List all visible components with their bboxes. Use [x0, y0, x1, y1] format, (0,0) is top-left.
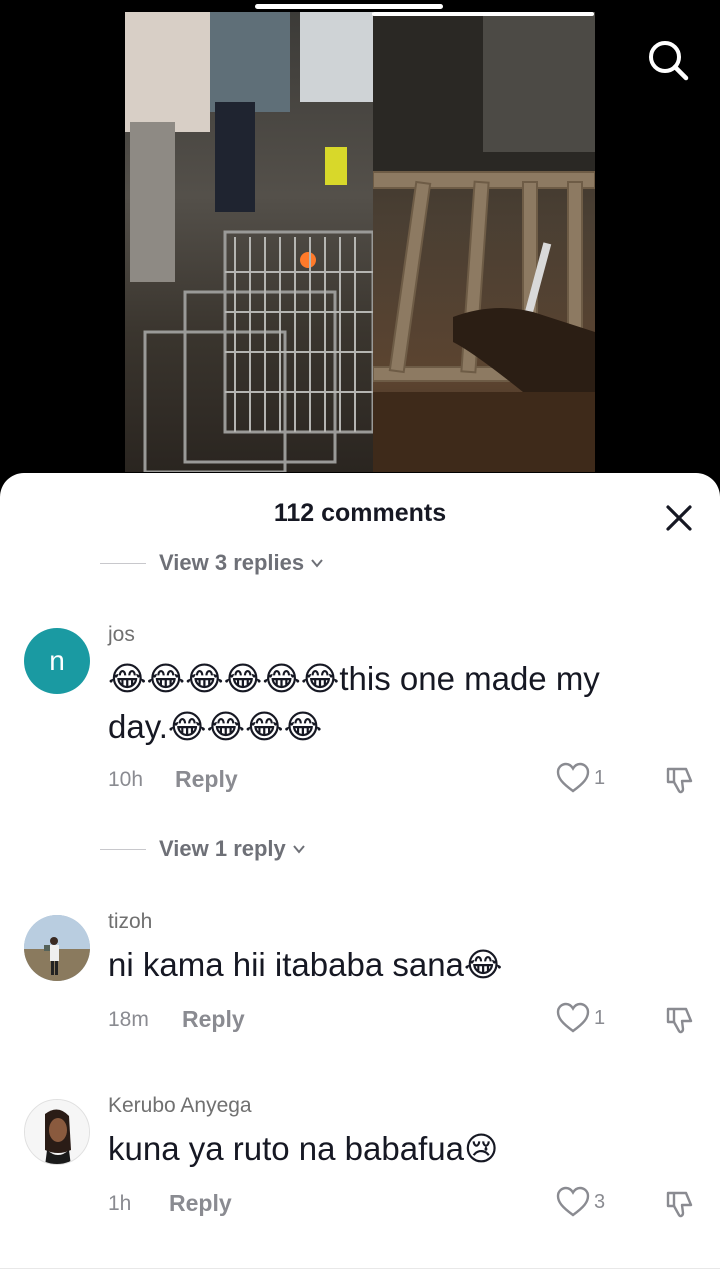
video-progress-right: [372, 12, 594, 16]
avatar[interactable]: [24, 915, 90, 981]
comment-text: 😂😂😂😂😂😂this one made my day.😂😂😂😂: [108, 655, 688, 751]
video-frame[interactable]: [125, 12, 595, 472]
comments-sheet: 112 comments View 3 replies n jos 😂😂😂😂😂😂…: [0, 473, 720, 1280]
bottom-divider: [0, 1268, 720, 1269]
video-left-panel: [125, 12, 375, 472]
replies-divider: [100, 562, 146, 564]
view-replies-label: View 3 replies: [159, 550, 305, 575]
view-replies-label: View 1 reply: [159, 836, 286, 861]
welding-scene-left: [125, 12, 375, 472]
like-count: 1: [594, 766, 606, 789]
comment-text: ni kama hii itababa sana😂: [108, 946, 503, 983]
replies-divider: [100, 848, 146, 850]
chevron-down-icon: [293, 845, 305, 854]
view-replies-button[interactable]: View 3 replies: [100, 548, 324, 578]
view-replies-button[interactable]: View 1 reply: [100, 834, 306, 864]
comment-time: 1h: [108, 1192, 132, 1215]
close-icon[interactable]: [660, 499, 698, 537]
heart-icon: [556, 762, 590, 793]
heart-icon: [556, 1186, 590, 1217]
avatar-letter: n: [49, 645, 65, 676]
reply-button[interactable]: Reply: [182, 1006, 245, 1033]
video-player[interactable]: [0, 0, 720, 480]
reply-button[interactable]: Reply: [175, 766, 238, 793]
comment-text: kuna ya ruto na babafua😢: [108, 1130, 499, 1167]
comment-time: 10h: [108, 768, 144, 791]
video-progress-left: [255, 4, 443, 9]
dislike-icon[interactable]: [664, 1004, 696, 1036]
comment-text-line: day.😂😂😂😂: [108, 708, 323, 745]
reply-button[interactable]: Reply: [169, 1190, 232, 1217]
avatar[interactable]: n: [24, 628, 90, 694]
search-icon[interactable]: [646, 38, 690, 82]
avatar[interactable]: [24, 1099, 90, 1165]
dislike-icon[interactable]: [664, 1188, 696, 1220]
dislike-icon[interactable]: [664, 764, 696, 796]
chevron-down-icon: [311, 559, 323, 568]
like-button[interactable]: 3: [556, 1186, 605, 1218]
comment-text-line: 😂😂😂😂😂😂this one made my: [108, 660, 600, 697]
welding-scene-right: [372, 12, 595, 472]
heart-icon: [556, 1002, 590, 1033]
comments-count-title: 112 comments: [273, 499, 447, 527]
comment-username[interactable]: tizoh: [108, 910, 152, 934]
like-count: 1: [594, 1006, 606, 1029]
like-button[interactable]: 1: [556, 762, 605, 794]
video-right-panel: [372, 12, 595, 472]
like-button[interactable]: 1: [556, 1002, 605, 1034]
comment-time: 18m: [108, 1008, 149, 1031]
comment-username[interactable]: jos: [108, 623, 135, 647]
comment-username[interactable]: Kerubo Anyega: [108, 1094, 252, 1118]
like-count: 3: [594, 1190, 606, 1213]
